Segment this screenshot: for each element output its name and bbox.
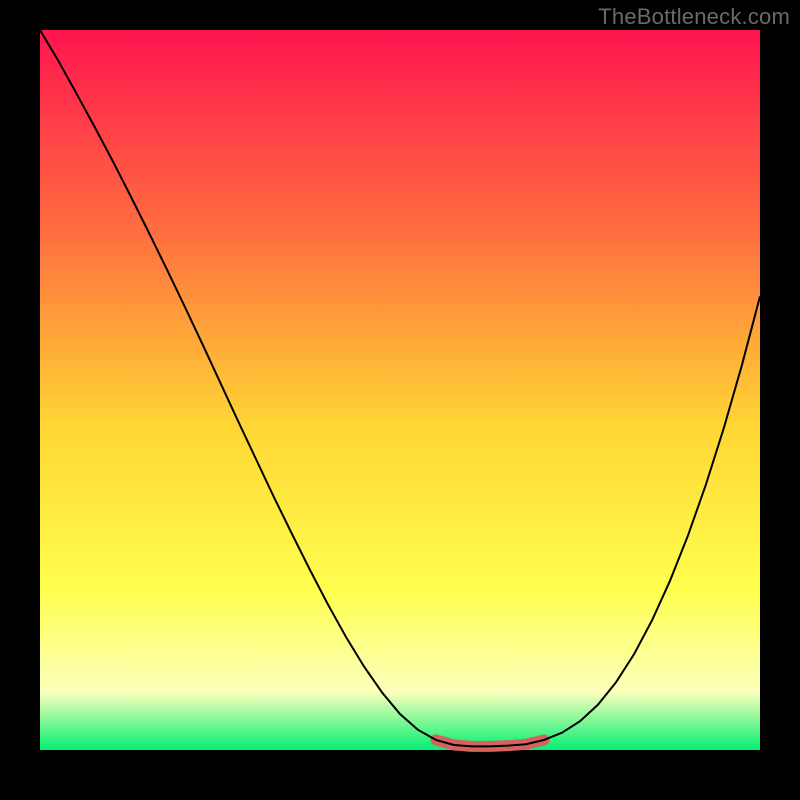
chart-container: TheBottleneck.com: [0, 0, 800, 800]
chart-svg: [0, 0, 800, 800]
watermark-text: TheBottleneck.com: [598, 4, 790, 30]
plot-background: [40, 30, 760, 750]
